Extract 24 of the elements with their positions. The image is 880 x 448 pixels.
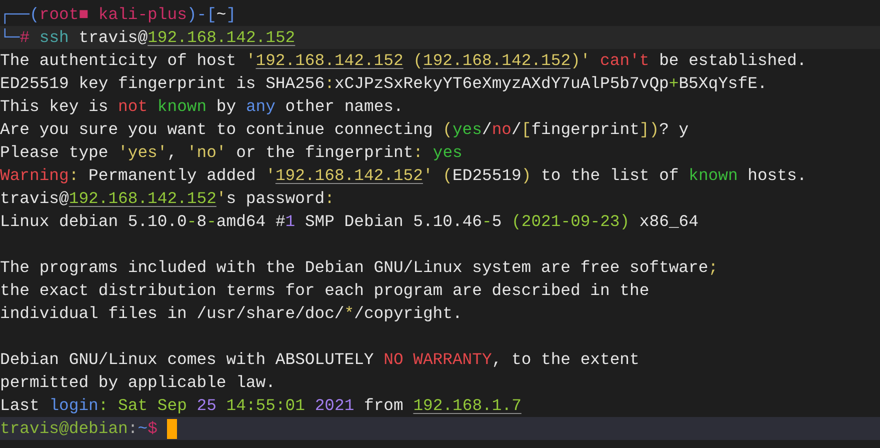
terminal-line: ┌──(root■ kali-plus)-[~] xyxy=(0,4,236,26)
ip-link[interactable]: 192.168.142.152 xyxy=(68,189,216,208)
command-line: └─# ssh travis@192.168.142.152 xyxy=(0,27,296,49)
ip-link[interactable]: 192.168.142.152 xyxy=(148,28,296,47)
shell-prompt: travis@debian:~$ xyxy=(0,418,158,440)
ip-link[interactable]: 192.168.142.152 xyxy=(256,51,404,70)
terminal-line: Are you sure you want to continue connecting (yes/no/[fingerprint])? y xyxy=(0,119,689,141)
terminal-line: The authenticity of host '192.168.142.152 (192.168.142.152)' can't be established. xyxy=(0,50,807,72)
ip-link[interactable]: 192.168.142.152 xyxy=(422,51,571,70)
ip-link[interactable]: 192.168.1.7 xyxy=(413,396,522,415)
terminal-line: individual files in /usr/share/doc/*/copyright. xyxy=(0,303,462,325)
terminal-line: the exact distribution terms for each program are described in the xyxy=(0,280,650,302)
ip-link[interactable]: 192.168.142.152 xyxy=(275,166,423,185)
terminal-line: permitted by applicable law. xyxy=(0,372,276,394)
terminal-line: Please type 'yes', 'no' or the fingerprint: yes xyxy=(0,142,462,164)
terminal-line: Last login: Sat Sep 25 14:55:01 2021 from 192.168.1.7 xyxy=(0,395,522,417)
terminal-line: This key is not known by any other names. xyxy=(0,96,404,118)
terminal-line: Warning: Permanently added '192.168.142.152' (ED25519) to the list of known hosts. xyxy=(0,165,807,187)
terminal-line: Linux debian 5.10.0-8-amd64 #1 SMP Debian 5.10.46-5 (2021-09-23) x86_64 xyxy=(0,211,698,233)
terminal-line: The programs included with the Debian GNU/Linux system are free software; xyxy=(0,257,718,279)
terminal-line: Debian GNU/Linux comes with ABSOLUTELY NO WARRANTY, to the extent xyxy=(0,349,640,371)
terminal-line: travis@192.168.142.152's password: xyxy=(0,188,334,210)
text-cursor xyxy=(167,418,178,438)
terminal-line: ED25519 key fingerprint is SHA256:xCJPzSxRekyYT6eXmyzAXdY7uAlP5b7vQp+B5XqYsfE. xyxy=(0,73,768,95)
